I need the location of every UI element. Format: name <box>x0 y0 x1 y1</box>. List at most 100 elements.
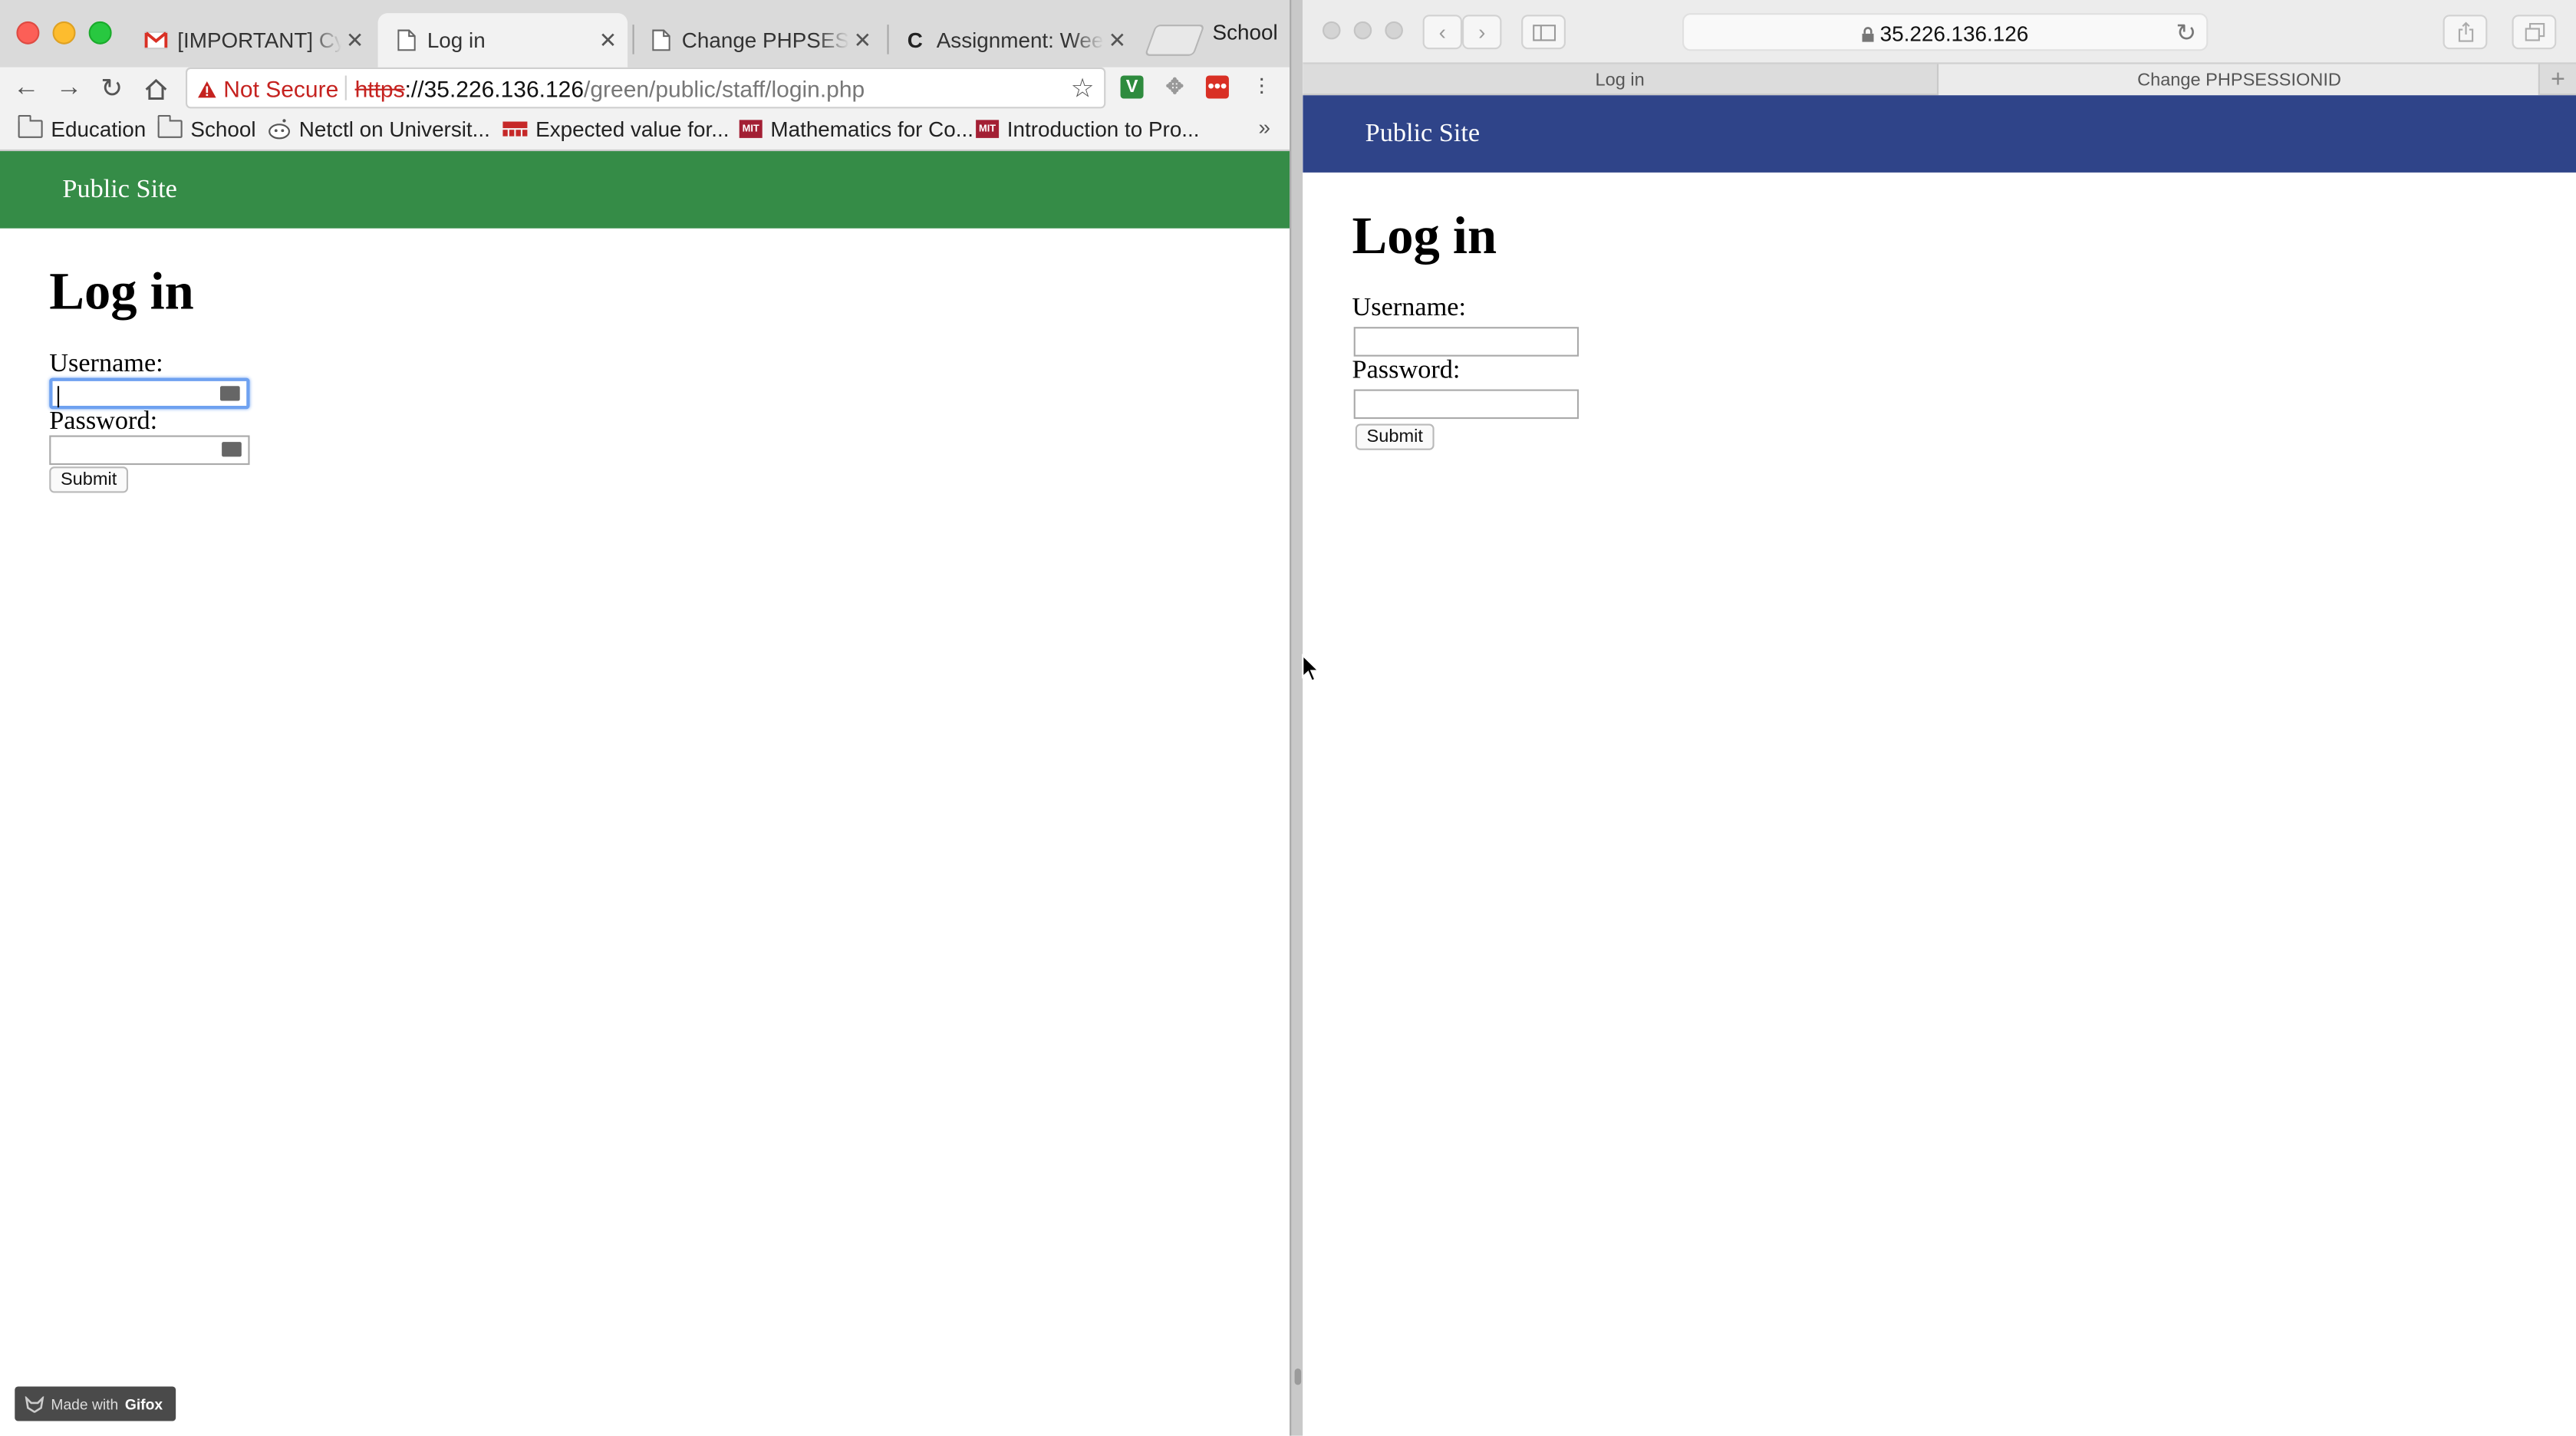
chrome-window: [IMPORTANT] Cybe ✕ Log in ✕ Change PHPSE… <box>0 0 1290 1436</box>
vue-extension-icon[interactable]: V <box>1120 75 1144 99</box>
reload-icon[interactable]: ↻ <box>95 72 128 105</box>
username-input[interactable] <box>1353 327 1580 357</box>
url-path: /green/public/staff/login.php <box>584 75 865 102</box>
chrome-tab-login[interactable]: Log in ✕ <box>377 13 628 68</box>
password-input[interactable] <box>1353 389 1580 420</box>
bookmark-mathematics[interactable]: MIT Mathematics for Co... <box>739 117 973 142</box>
window-controls <box>16 21 112 44</box>
tab-title: Log in <box>427 28 486 53</box>
home-icon[interactable] <box>140 72 173 105</box>
username-input[interactable] <box>49 377 250 410</box>
sidebar-icon[interactable] <box>1521 15 1566 50</box>
more-bookmarks-chevron-icon[interactable]: » <box>1258 115 1270 140</box>
close-window-button[interactable] <box>1322 21 1341 40</box>
bookmark-label: Education <box>51 117 147 142</box>
page-header: Public Site <box>0 151 1290 229</box>
page-title: Log in <box>49 261 194 321</box>
address-bar[interactable]: Not Secure https://35.226.136.126/green/… <box>186 67 1106 109</box>
url-host: ://35.226.136.126 <box>404 75 585 102</box>
close-tab-icon[interactable]: ✕ <box>849 27 875 53</box>
safari-toolbar: ‹ › 35.226.136.126 ↻ <box>1303 0 2576 63</box>
safari-window: ‹ › 35.226.136.126 ↻ Log in Change PHPSE… <box>1303 0 2576 1436</box>
gifox-prefix: Made with <box>51 1395 119 1412</box>
divider-grip[interactable] <box>1294 1368 1302 1385</box>
forward-arrow-icon[interactable]: → <box>53 72 86 105</box>
forward-chevron-icon[interactable]: › <box>1462 15 1502 50</box>
password-manager-icon[interactable] <box>222 442 242 457</box>
desktop: [IMPORTANT] Cybe ✕ Log in ✕ Change PHPSE… <box>0 0 2576 1436</box>
chrome-tab-gmail[interactable]: [IMPORTANT] Cybe ✕ <box>128 13 374 68</box>
chrome-page: Public Site Log in Username: Password: S… <box>0 151 1290 1436</box>
url-text: https://35.226.136.126/green/public/staf… <box>355 76 865 102</box>
bookmark-education[interactable]: Education <box>18 114 147 142</box>
minimize-window-button[interactable] <box>1353 21 1372 40</box>
bookmark-label: Netctl on Universit... <box>298 117 490 142</box>
password-label: Password: <box>1352 356 1461 385</box>
warning-icon <box>198 80 216 97</box>
password-label: Password: <box>49 407 158 436</box>
lastpass-extension-icon[interactable]: ••• <box>1205 75 1229 99</box>
close-tab-icon[interactable]: ✕ <box>595 27 621 53</box>
gmail-icon <box>144 28 168 51</box>
page-title: Log in <box>1352 205 1497 265</box>
chrome-tab-change-phpsessid[interactable]: Change PHPSESSIC ✕ <box>633 13 883 68</box>
url-scheme: https <box>354 75 405 102</box>
chrome-tab-assignment[interactable]: C Assignment: Week 8 ✕ <box>887 13 1137 68</box>
tab-title: Log in <box>1595 70 1645 90</box>
close-window-button[interactable] <box>16 21 40 44</box>
profile-name[interactable]: School <box>1213 20 1278 44</box>
zoom-window-button[interactable] <box>88 21 112 44</box>
reload-icon[interactable]: ↻ <box>2176 18 2196 48</box>
bookmark-label: Mathematics for Co... <box>770 117 973 142</box>
submit-button[interactable]: Submit <box>49 466 129 493</box>
mit-icon: MIT <box>739 120 763 138</box>
not-secure-label: Not Secure <box>223 75 339 102</box>
username-label: Username: <box>49 350 163 378</box>
submit-button[interactable]: Submit <box>1355 423 1435 450</box>
bookmark-label: School <box>190 117 256 142</box>
safari-tab-login[interactable]: Log in <box>1303 64 1937 96</box>
gifox-watermark: Made with Gifox <box>15 1386 176 1421</box>
bookmark-label: Expected value for... <box>535 117 730 142</box>
minimize-window-button[interactable] <box>52 21 76 44</box>
bookmark-netctl[interactable]: Netctl on Universit... <box>268 117 490 141</box>
safari-tab-bar: Log in Change PHPSESSIONID + <box>1303 62 2576 96</box>
tab-title: Assignment: Week 8 <box>936 28 1104 53</box>
password-input[interactable] <box>49 435 250 466</box>
new-tab-plus-icon[interactable]: + <box>2538 64 2576 96</box>
back-arrow-icon[interactable]: ← <box>10 72 43 105</box>
safari-address-bar[interactable]: 35.226.136.126 ↻ <box>1682 13 2209 51</box>
coursera-icon: C <box>907 28 923 53</box>
bookmark-star-icon[interactable]: ☆ <box>1071 72 1095 105</box>
share-icon[interactable] <box>2443 15 2488 50</box>
show-tabs-icon[interactable] <box>2512 15 2557 50</box>
site-icon <box>502 121 528 137</box>
window-controls <box>1322 21 1403 40</box>
new-tab-button[interactable] <box>1144 25 1205 56</box>
bookmark-intro-programming[interactable]: MIT Introduction to Pro... <box>976 117 1200 142</box>
safari-address: 35.226.136.126 <box>1684 21 2206 46</box>
tab-title: [IMPORTANT] Cybe <box>177 28 341 53</box>
public-site-link[interactable]: Public Site <box>62 176 176 206</box>
bookmark-school[interactable]: School <box>157 114 256 142</box>
bookmark-label: Introduction to Pro... <box>1006 117 1200 142</box>
page-icon <box>649 28 672 51</box>
back-chevron-icon[interactable]: ‹ <box>1422 15 1463 50</box>
password-manager-icon[interactable] <box>219 386 240 401</box>
zoom-window-button[interactable] <box>1385 21 1403 40</box>
not-secure-indicator[interactable]: Not Secure <box>197 76 338 102</box>
safari-host: 35.226.136.126 <box>1879 21 2029 46</box>
move-extension-icon[interactable]: ✥ <box>1163 74 1186 98</box>
public-site-link[interactable]: Public Site <box>1365 120 1480 150</box>
mouse-cursor-icon <box>1302 654 1321 683</box>
close-tab-icon[interactable]: ✕ <box>341 27 367 53</box>
split-view-divider[interactable] <box>1290 0 1303 1436</box>
folder-icon <box>18 114 43 138</box>
bookmark-expected-value[interactable]: Expected value for... <box>502 117 729 141</box>
chrome-menu-icon[interactable]: · · · <box>1255 66 1268 102</box>
safari-tab-change-phpsessionid[interactable]: Change PHPSESSIONID <box>1936 64 2540 96</box>
reddit-icon <box>268 119 290 140</box>
chrome-toolbar: ← → ↻ Not Secure https://35.226.136.126/… <box>0 67 1290 110</box>
mit-icon: MIT <box>976 120 1000 138</box>
close-tab-icon[interactable]: ✕ <box>1104 27 1130 53</box>
